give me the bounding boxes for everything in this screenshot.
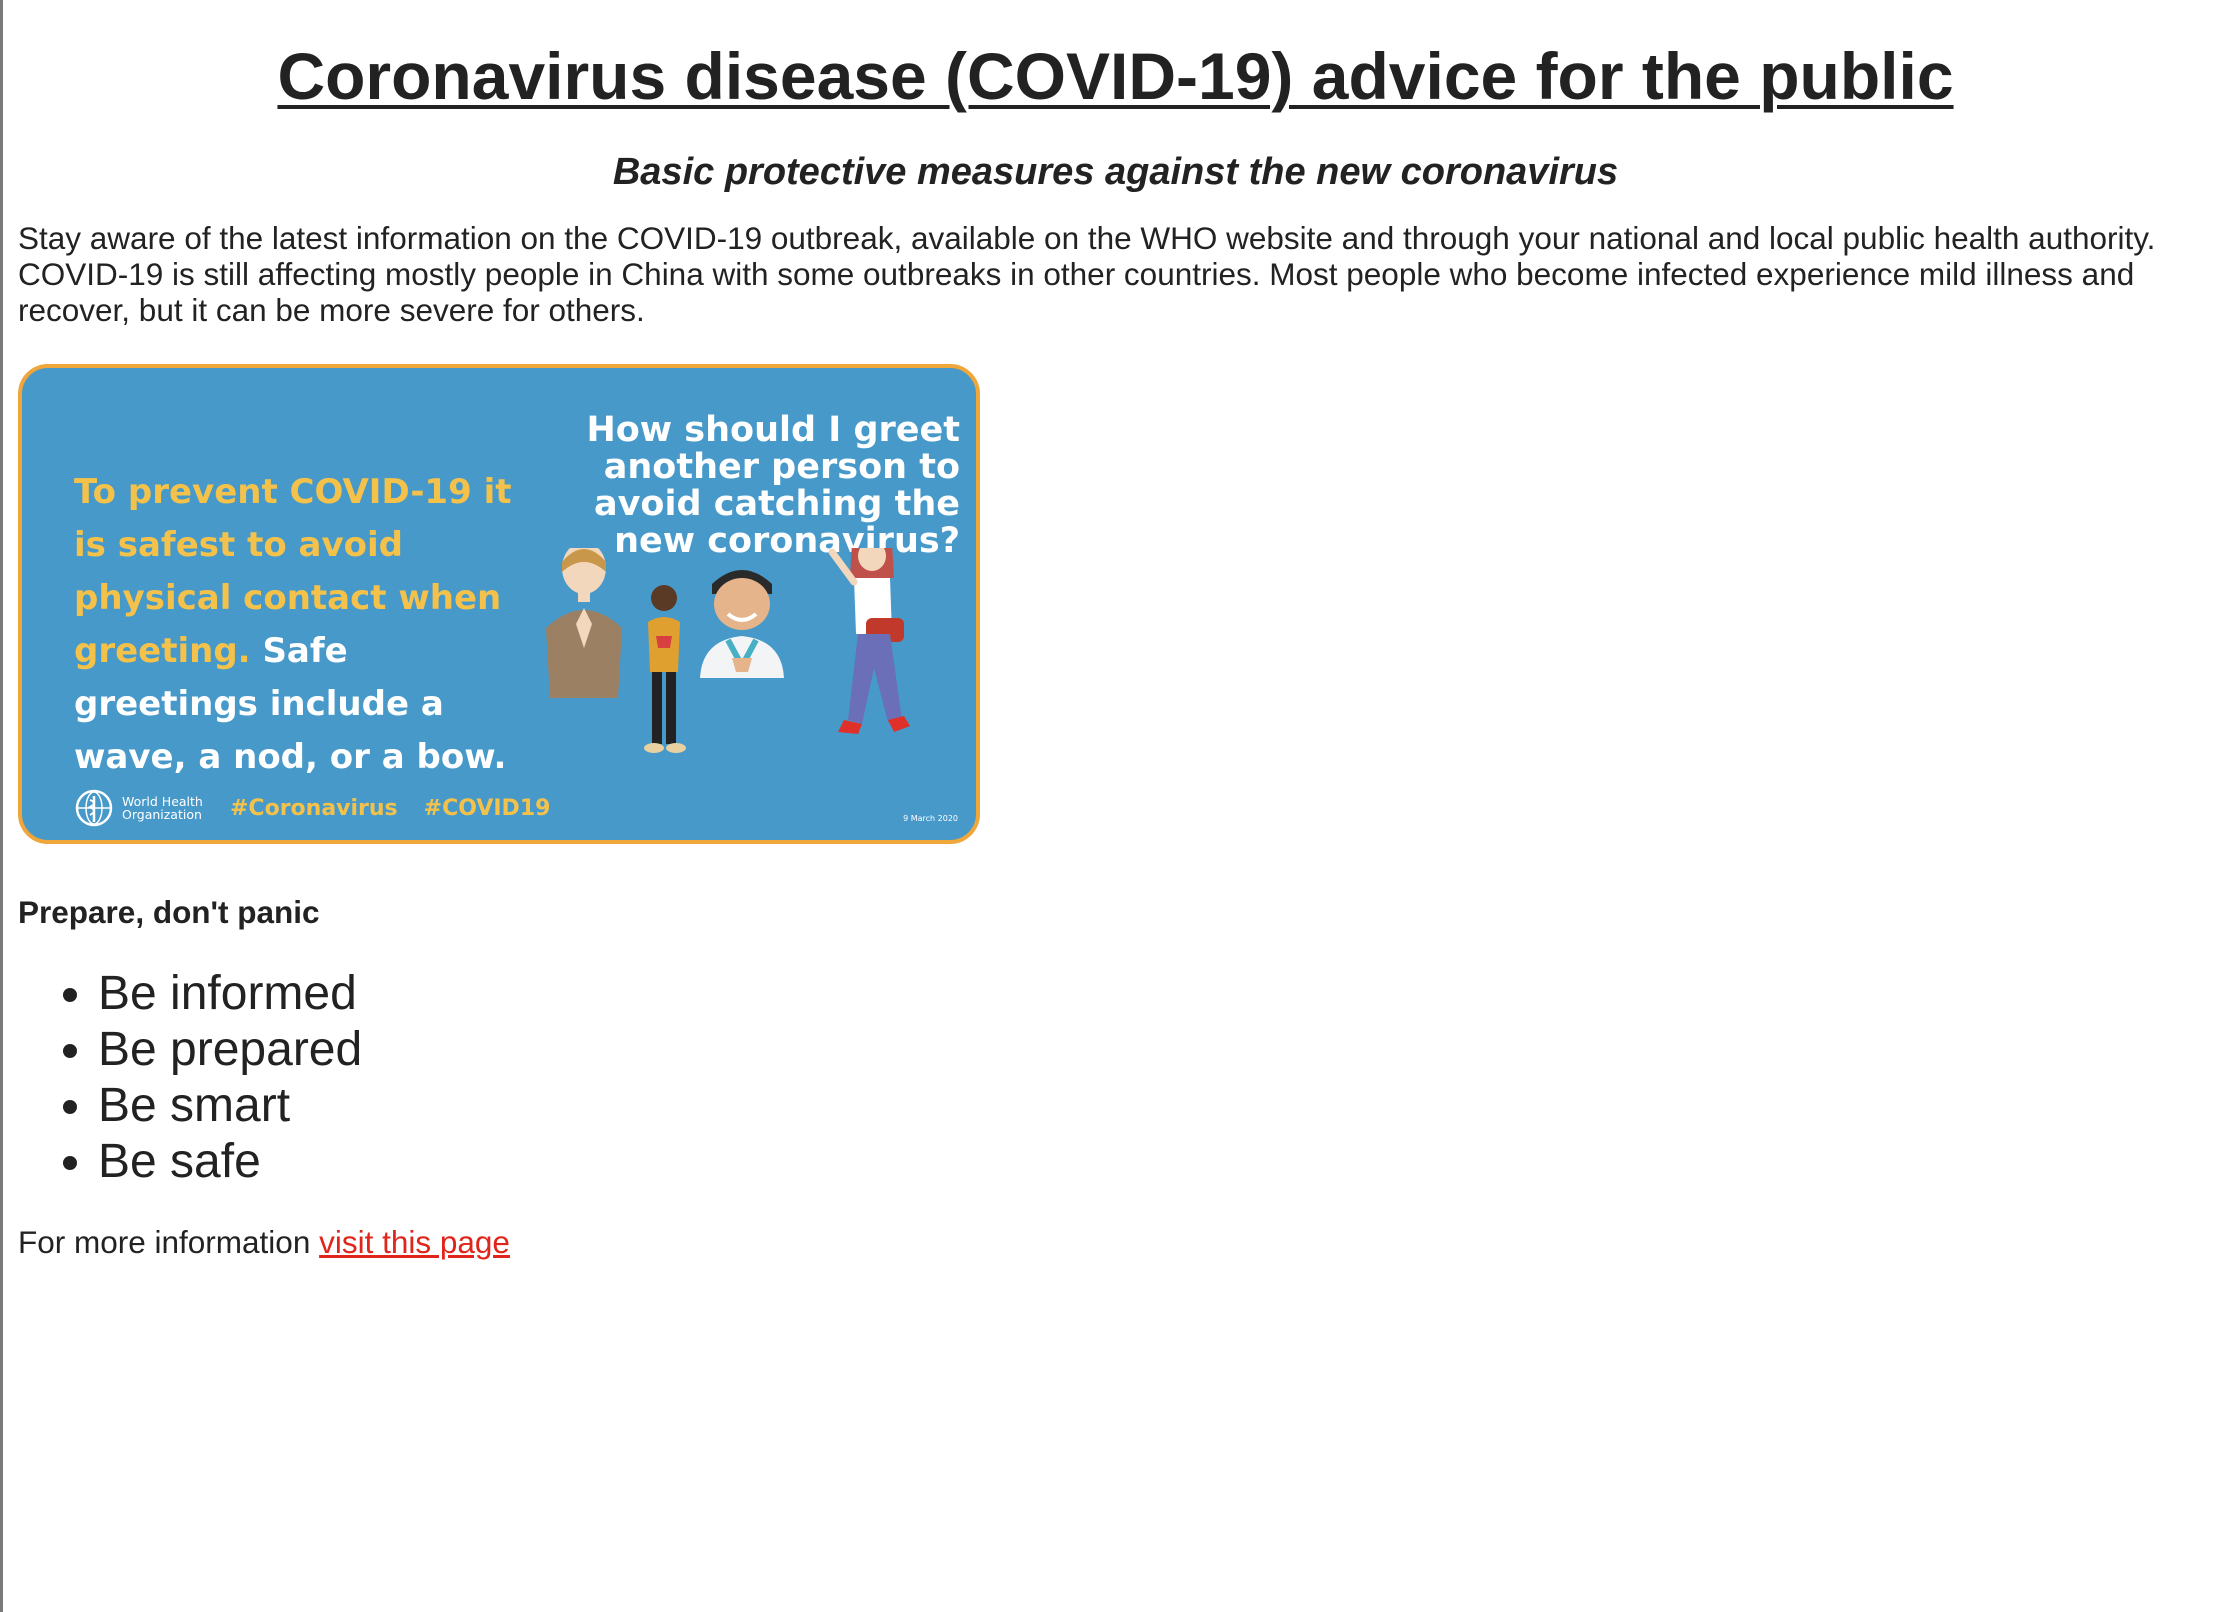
page-title: Coronavirus disease (COVID-19) advice fo…	[277, 39, 1954, 113]
more-info-text: For more information	[18, 1224, 320, 1260]
person-bowing-icon	[546, 548, 622, 698]
section-heading: Prepare, don't panic	[18, 894, 320, 930]
banner-left-text: To prevent COVID-19 it is safest to avoi…	[74, 466, 534, 784]
advice-list: Be informed Be prepared Be smart Be safe	[18, 966, 2213, 1190]
page-subtitle: Basic protective measures against the ne…	[612, 151, 1619, 193]
who-emblem-icon	[75, 789, 113, 827]
more-info-line: For more information visit this page	[18, 1222, 2213, 1262]
visit-page-link[interactable]: visit this page	[319, 1224, 510, 1260]
intro-paragraph: Stay aware of the latest information on …	[18, 220, 2156, 328]
banner-date: 9 March 2020	[903, 814, 958, 823]
doctor-icon	[700, 570, 784, 678]
list-item: Be smart	[98, 1078, 2213, 1134]
list-item: Be safe	[98, 1134, 2213, 1190]
person-waving-icon	[828, 548, 910, 734]
list-item: Be informed	[98, 966, 2213, 1022]
banner-footer: World Health Organization #Coronavirus #…	[74, 788, 550, 828]
banner-question: How should I greet another person to avo…	[586, 410, 960, 561]
hashtag-coronavirus: #Coronavirus	[230, 795, 398, 821]
list-item: Be prepared	[98, 1022, 2213, 1078]
hashtag-covid19: #COVID19	[423, 795, 551, 821]
page-content: Coronavirus disease (COVID-19) advice fo…	[18, 0, 2213, 1262]
who-org-name: World Health Organization	[122, 794, 203, 822]
person-hand-on-heart-icon	[644, 585, 686, 753]
people-illustration	[546, 548, 910, 753]
left-border	[0, 0, 3, 1612]
who-greeting-infographic: To prevent COVID-19 it is safest to avoi…	[18, 364, 980, 844]
